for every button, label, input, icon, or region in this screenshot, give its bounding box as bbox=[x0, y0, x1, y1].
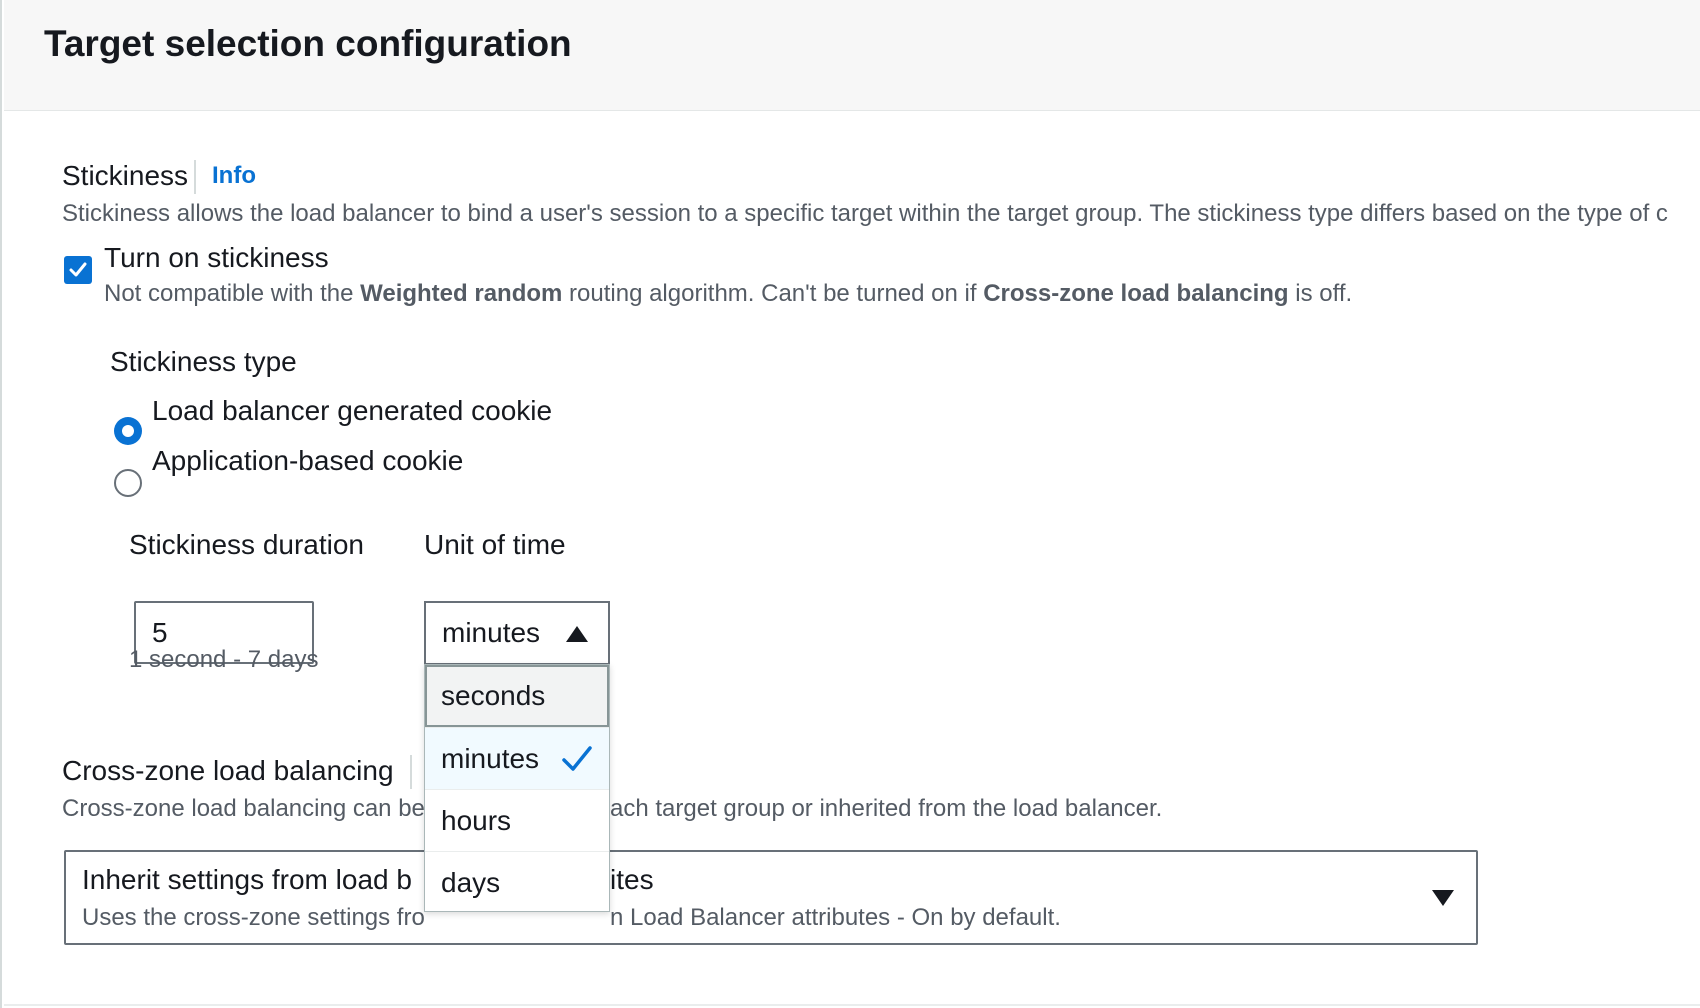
radio-label-application-cookie[interactable]: Application-based cookie bbox=[152, 443, 463, 479]
panel-header: Target selection configuration bbox=[4, 0, 1700, 111]
unit-of-time-dropdown: seconds minutes hours days bbox=[424, 664, 610, 912]
radio-application-cookie[interactable] bbox=[114, 469, 142, 497]
cross-zone-description-left: Cross-zone load balancing can be bbox=[62, 795, 425, 822]
caret-up-icon bbox=[566, 626, 588, 642]
cross-zone-description-right: ach target group or inherited from the l… bbox=[610, 795, 1163, 822]
unit-of-time-label: Unit of time bbox=[424, 529, 566, 560]
unit-of-time-select[interactable]: minutes bbox=[424, 601, 610, 665]
unit-option-days[interactable]: days bbox=[425, 851, 609, 913]
cross-zone-label: Cross-zone load balancing bbox=[62, 755, 394, 786]
unit-option-seconds[interactable]: seconds bbox=[425, 665, 609, 727]
caret-down-icon bbox=[1432, 890, 1454, 906]
note-text: is off. bbox=[1288, 280, 1353, 307]
cross-zone-option-sub-right: n Load Balancer attributes - On by defau… bbox=[610, 904, 1061, 931]
label-separator bbox=[410, 755, 412, 789]
page-title: Target selection configuration bbox=[44, 23, 572, 64]
turn-on-stickiness-label[interactable]: Turn on stickiness bbox=[104, 240, 329, 276]
cross-zone-option-sub-left: Uses the cross-zone settings fro bbox=[82, 904, 425, 931]
unit-option-minutes[interactable]: minutes bbox=[425, 727, 609, 789]
stickiness-description: Stickiness allows the load balancer to b… bbox=[62, 200, 1668, 227]
unit-option-hours[interactable]: hours bbox=[425, 789, 609, 851]
stickiness-label: Stickiness bbox=[62, 160, 189, 191]
unit-selected-value: minutes bbox=[442, 617, 541, 648]
check-icon bbox=[69, 262, 87, 277]
checkmark-icon bbox=[562, 746, 592, 771]
stickiness-compat-note: Not compatible with the Weighted random … bbox=[104, 278, 1352, 310]
label-separator bbox=[194, 160, 196, 194]
note-text: Not compatible with the bbox=[104, 280, 361, 307]
stickiness-type-label: Stickiness type bbox=[110, 346, 297, 377]
info-link[interactable]: Info bbox=[212, 162, 256, 190]
stickiness-duration-label: Stickiness duration bbox=[129, 529, 365, 560]
radio-label-lb-generated-cookie[interactable]: Load balancer generated cookie bbox=[152, 393, 552, 429]
note-text: routing algorithm. Can't be turned on if bbox=[562, 280, 984, 307]
note-cross-zone: Cross-zone load balancing bbox=[983, 280, 1289, 307]
radio-lb-generated-cookie[interactable] bbox=[114, 417, 142, 445]
cross-zone-select[interactable]: Inherit settings from load b ites Uses t… bbox=[64, 850, 1478, 945]
cross-zone-option-title-right: ites bbox=[610, 864, 654, 895]
note-weighted-random: Weighted random bbox=[360, 280, 563, 307]
bottom-divider bbox=[4, 1004, 1700, 1006]
unit-option-minutes-label: minutes bbox=[441, 743, 540, 774]
turn-on-stickiness-checkbox[interactable] bbox=[64, 256, 92, 284]
duration-hint: 1 second - 7 days bbox=[129, 646, 319, 673]
target-selection-panel: Target selection configuration Stickines… bbox=[0, 0, 1700, 1008]
cross-zone-option-title-left: Inherit settings from load b bbox=[82, 864, 412, 895]
